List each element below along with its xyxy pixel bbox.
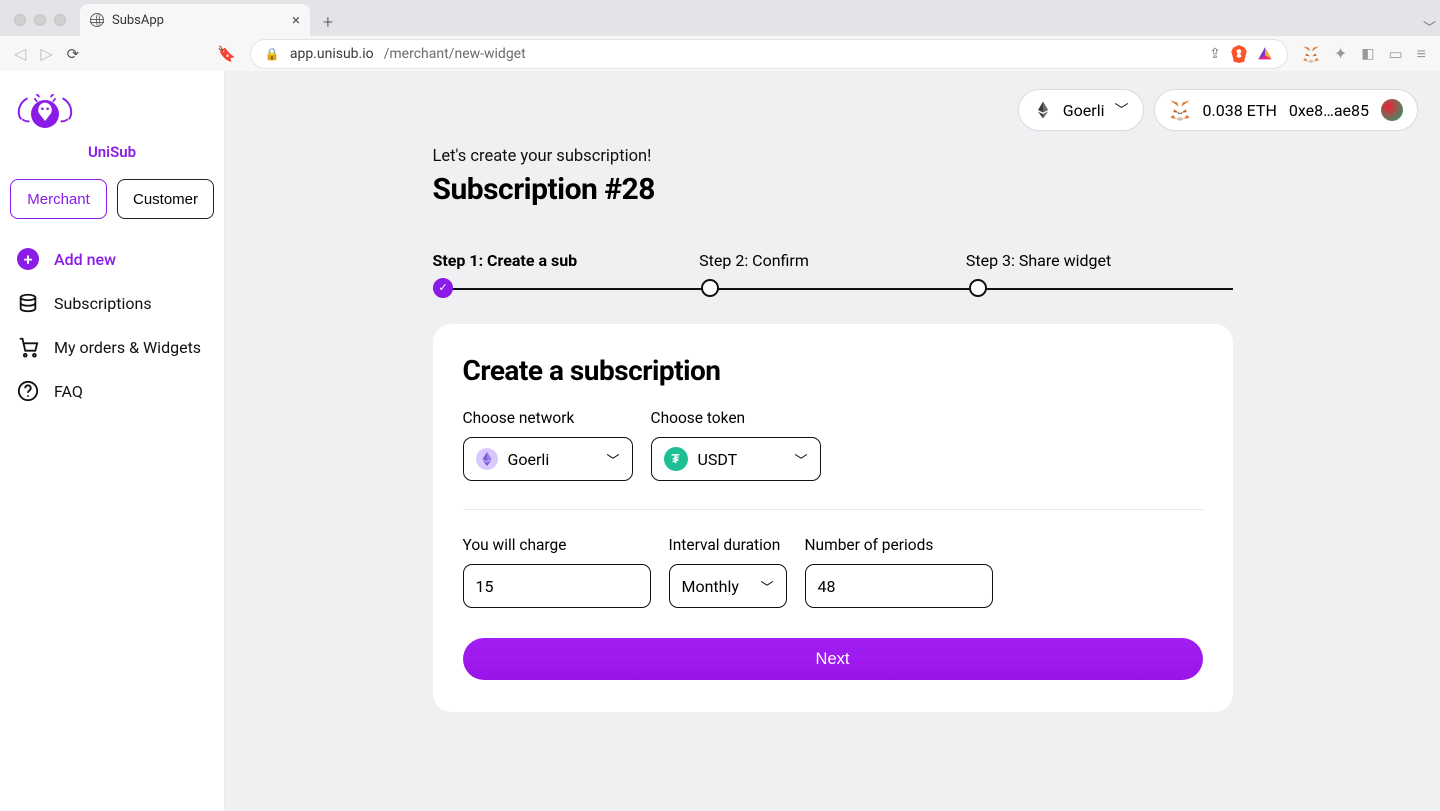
merchant-tab[interactable]: Merchant	[10, 179, 107, 219]
page-kicker: Let's create your subscription!	[433, 147, 1233, 166]
forward-icon[interactable]: ▷	[40, 44, 52, 63]
metamask-icon	[1169, 99, 1191, 121]
token-label: Choose token	[651, 409, 821, 427]
next-button[interactable]: Next	[463, 638, 1203, 680]
question-circle-icon	[16, 379, 40, 403]
wallet-icon[interactable]: ▭	[1388, 45, 1402, 63]
chevron-down-icon: ﹀	[606, 450, 619, 469]
omnibox-actions: ⇪	[1209, 45, 1273, 63]
network-label: Choose network	[463, 409, 633, 427]
share-icon[interactable]: ⇪	[1209, 46, 1221, 62]
sidebar-item-label: Subscriptions	[54, 294, 152, 313]
periods-input-wrap	[805, 564, 993, 608]
step-2-label: Step 2: Confirm	[699, 251, 966, 270]
tab-title: SubsApp	[112, 13, 164, 28]
card-title: Create a subscription	[463, 354, 1203, 387]
step-2-dot	[701, 279, 719, 297]
token-select[interactable]: ₮ USDT ﹀	[651, 437, 821, 481]
network-selector[interactable]: Goerli ﹀	[1018, 89, 1144, 131]
sidebar-item-faq[interactable]: FAQ	[16, 379, 208, 403]
wallet-button[interactable]: 0.038 ETH 0xe8…ae85	[1154, 89, 1419, 131]
tether-icon: ₮	[664, 447, 688, 471]
tabs-overflow-icon[interactable]: ﹀	[1423, 17, 1436, 36]
browser-chrome: SubsApp × + ﹀ ◁ ▷ ⟳ 🔖 🔒 app.unisub.io/me…	[0, 0, 1440, 71]
chevron-down-icon: ﹀	[1115, 100, 1129, 120]
sidebar-item-add-new[interactable]: + Add new	[16, 247, 208, 271]
sidebar-item-label: My orders & Widgets	[54, 338, 201, 357]
brand-name: UniSub	[10, 143, 214, 161]
globe-icon	[90, 13, 104, 27]
brave-shield-icon[interactable]	[1231, 45, 1247, 63]
wallet-address: 0xe8…ae85	[1289, 101, 1369, 120]
cart-icon	[16, 335, 40, 359]
network-name: Goerli	[1063, 101, 1105, 120]
step-1-dot	[433, 278, 453, 298]
divider	[463, 509, 1203, 510]
new-tab-button[interactable]: +	[314, 8, 342, 36]
extensions-icon[interactable]: ✦	[1334, 44, 1347, 63]
close-tab-icon[interactable]: ×	[292, 11, 300, 29]
interval-select[interactable]: Monthly ﹀	[669, 564, 787, 608]
charge-input[interactable]	[476, 577, 638, 596]
sidebar-item-orders[interactable]: My orders & Widgets	[16, 335, 208, 359]
brave-rewards-icon[interactable]	[1257, 45, 1273, 63]
main-area: Goerli ﹀ 0.038 ETH 0xe8…ae85 Let's creat…	[225, 71, 1440, 811]
brand-logo[interactable]: UniSub	[10, 89, 214, 161]
network-select[interactable]: Goerli ﹀	[463, 437, 633, 481]
browser-tab[interactable]: SubsApp ×	[80, 4, 310, 36]
step-1-label: Step 1: Create a sub	[433, 251, 700, 270]
lock-icon: 🔒	[265, 47, 280, 61]
role-toggle: Merchant Customer	[10, 179, 214, 219]
metamask-extension-icon[interactable]	[1302, 45, 1320, 63]
step-3-dot	[969, 279, 987, 297]
wallet-topbar: Goerli ﹀ 0.038 ETH 0xe8…ae85	[1018, 89, 1418, 131]
sidebar-item-label: Add new	[54, 250, 116, 269]
charge-input-wrap	[463, 564, 651, 608]
back-icon[interactable]: ◁	[14, 44, 26, 63]
stepper: Step 1: Create a sub Step 2: Confirm Ste…	[433, 251, 1233, 290]
sidebar-item-subscriptions[interactable]: Subscriptions	[16, 291, 208, 315]
page-title: Subscription #28	[433, 172, 1233, 207]
step-3-label: Step 3: Share widget	[966, 251, 1233, 270]
sidebar-nav: + Add new Subscriptions My orders & Widg…	[10, 241, 214, 409]
address-bar[interactable]: 🔒 app.unisub.io/merchant/new-widget ⇪	[250, 39, 1288, 69]
chevron-down-icon: ﹀	[794, 450, 807, 469]
interval-select-value: Monthly	[682, 577, 739, 596]
create-subscription-card: Create a subscription Choose network Goe…	[433, 324, 1233, 712]
menu-icon[interactable]: ≡	[1417, 44, 1426, 64]
chevron-down-icon: ﹀	[760, 577, 773, 596]
url-host: app.unisub.io	[290, 46, 374, 62]
token-select-value: USDT	[698, 450, 738, 469]
sidebar-item-label: FAQ	[54, 382, 83, 401]
wallet-avatar	[1381, 99, 1403, 121]
bookmark-icon[interactable]: 🔖	[217, 45, 236, 63]
sidebar: UniSub Merchant Customer + Add new Subsc…	[0, 71, 225, 811]
customer-tab[interactable]: Customer	[117, 179, 214, 219]
periods-input[interactable]	[818, 577, 980, 596]
stack-icon	[16, 291, 40, 315]
network-select-value: Goerli	[508, 450, 550, 469]
reload-icon[interactable]: ⟳	[67, 45, 80, 63]
charge-label: You will charge	[463, 536, 651, 554]
unisub-logo-icon	[10, 89, 80, 139]
window-traffic-lights	[8, 14, 76, 36]
wallet-balance: 0.038 ETH	[1203, 101, 1277, 120]
ethereum-icon	[476, 448, 498, 470]
periods-label: Number of periods	[805, 536, 993, 554]
plus-circle-icon: +	[16, 247, 40, 271]
url-path: /merchant/new-widget	[384, 46, 526, 62]
ethereum-icon	[1033, 100, 1053, 120]
interval-label: Interval duration	[669, 536, 787, 554]
panel-icon[interactable]: ◧	[1361, 46, 1374, 62]
